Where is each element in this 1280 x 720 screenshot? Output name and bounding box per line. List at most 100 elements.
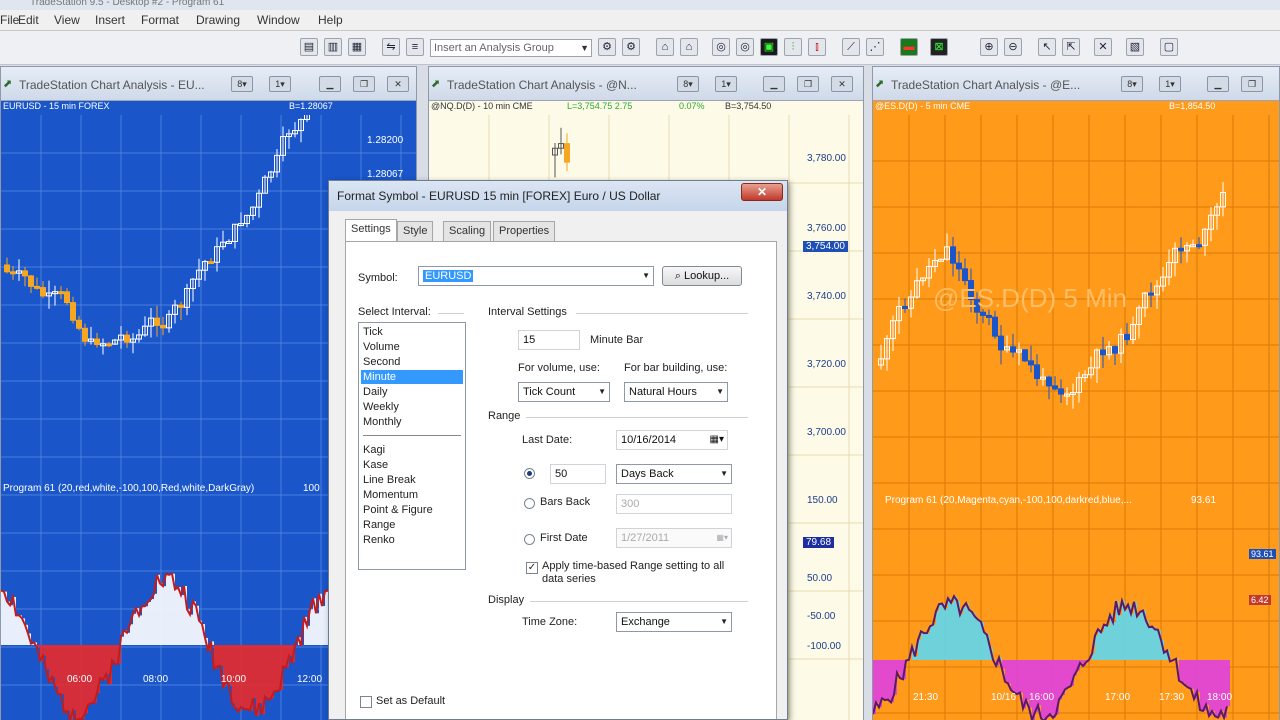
days-back-radio[interactable] bbox=[524, 468, 535, 479]
tab-scaling[interactable]: Scaling bbox=[443, 221, 492, 241]
symbol-link-icon[interactable]: 1▾ bbox=[715, 76, 737, 92]
restore-icon[interactable]: ❐ bbox=[353, 76, 375, 92]
hatch-icon[interactable]: ⊠ bbox=[930, 38, 948, 56]
menu-help[interactable]: Help bbox=[318, 13, 343, 27]
link-icon[interactable]: 8▾ bbox=[677, 76, 699, 92]
cursor-data-icon[interactable]: ⇱ bbox=[1062, 38, 1080, 56]
list-item[interactable]: Renko bbox=[361, 533, 463, 547]
chart-plot-es[interactable] bbox=[873, 115, 1279, 720]
first-date-input[interactable]: 1/27/2011 ▦▾ bbox=[616, 528, 732, 548]
quote-icon[interactable]: ▥ bbox=[324, 38, 342, 56]
lookup-button[interactable]: ⌕ Lookup... bbox=[662, 266, 742, 286]
candlestick-icon[interactable]: ⫾ bbox=[808, 38, 826, 56]
bars-back-radio[interactable] bbox=[524, 498, 535, 509]
last-date-input[interactable]: 10/16/2014 ▦▾ bbox=[616, 430, 728, 450]
radar-icon[interactable]: ⌂ bbox=[680, 38, 698, 56]
time-zone-select[interactable]: Exchange ▼ bbox=[616, 612, 732, 632]
strategy-icon[interactable]: ≡ bbox=[406, 38, 424, 56]
apply-range-checkbox[interactable]: ✓ bbox=[526, 562, 538, 574]
list-item[interactable]: Volume bbox=[361, 340, 463, 354]
zoom-in-icon[interactable]: ⊕ bbox=[980, 38, 998, 56]
list-item[interactable]: Second bbox=[361, 355, 463, 369]
pointer-icon[interactable]: ↖ bbox=[1038, 38, 1056, 56]
list-item-selected[interactable]: Minute bbox=[361, 370, 463, 384]
matrix-icon[interactable]: ▣ bbox=[760, 38, 778, 56]
list-item[interactable]: Line Break bbox=[361, 473, 463, 487]
symbol-link-icon[interactable]: 1▾ bbox=[1159, 76, 1181, 92]
chart-symbol-info: @NQ.D(D) - 10 min CME bbox=[431, 101, 533, 111]
first-date-label: First Date bbox=[540, 532, 588, 544]
list-item[interactable]: Daily bbox=[361, 385, 463, 399]
format-analysis-icon[interactable]: ⚙ bbox=[622, 38, 640, 56]
chart-window-titlebar[interactable]: ⬈ TradeStation Chart Analysis - EU... 8▾… bbox=[1, 67, 416, 101]
candle-body bbox=[82, 327, 88, 342]
chart-window-icon[interactable]: ⌂ bbox=[656, 38, 674, 56]
days-back-unit-select[interactable]: Days Back ▼ bbox=[616, 464, 732, 484]
scanner-icon[interactable]: ◎ bbox=[736, 38, 754, 56]
chart-window-titlebar[interactable]: ⬈ TradeStation Chart Analysis - @E... 8▾… bbox=[873, 67, 1279, 101]
link-icon[interactable]: 8▾ bbox=[231, 76, 253, 92]
analysis-group-select[interactable]: Insert an Analysis Group ▼ bbox=[430, 39, 592, 57]
interval-value-input[interactable]: 15 bbox=[518, 330, 580, 350]
set-as-default-checkbox[interactable] bbox=[360, 696, 372, 708]
line-chart-icon[interactable]: ⟋ bbox=[842, 38, 860, 56]
color-bar-icon[interactable]: ▬ bbox=[900, 38, 918, 56]
menu-window[interactable]: Window bbox=[257, 13, 300, 27]
list-item[interactable]: Tick bbox=[361, 325, 463, 339]
list-item[interactable]: Point & Figure bbox=[361, 503, 463, 517]
clipboard-icon[interactable]: ▧ bbox=[1126, 38, 1144, 56]
chevron-down-icon: ▼ bbox=[598, 387, 606, 396]
menu-view[interactable]: View bbox=[54, 13, 80, 27]
list-item[interactable]: Kase bbox=[361, 458, 463, 472]
restore-icon[interactable]: ❐ bbox=[797, 76, 819, 92]
close-icon[interactable]: ✕ bbox=[831, 76, 853, 92]
workspace-icon[interactable]: ▤ bbox=[300, 38, 318, 56]
first-date-radio[interactable] bbox=[524, 534, 535, 545]
tab-settings[interactable]: Settings bbox=[345, 219, 397, 242]
insert-analysis-icon[interactable]: ⚙ bbox=[598, 38, 616, 56]
minimize-icon[interactable]: ▁ bbox=[319, 76, 341, 92]
symbol-link-icon[interactable]: 1▾ bbox=[269, 76, 291, 92]
minimize-icon[interactable]: ▁ bbox=[1207, 76, 1229, 92]
menu-edit[interactable]: Edit bbox=[18, 13, 39, 27]
list-item[interactable]: Monthly bbox=[361, 415, 463, 429]
restore-icon[interactable]: ❐ bbox=[1241, 76, 1263, 92]
for-volume-select[interactable]: Tick Count ▼ bbox=[518, 382, 610, 402]
candle-body bbox=[1196, 244, 1202, 248]
list-item[interactable]: Weekly bbox=[361, 400, 463, 414]
bars-back-input[interactable]: 300 bbox=[616, 494, 732, 514]
minimize-icon[interactable]: ▁ bbox=[763, 76, 785, 92]
list-item[interactable]: Range bbox=[361, 518, 463, 532]
tab-style[interactable]: Style bbox=[397, 221, 434, 241]
hub-icon[interactable]: ◎ bbox=[712, 38, 730, 56]
tab-properties[interactable]: Properties bbox=[493, 221, 556, 241]
symbol-combo[interactable]: EURUSD ▼ bbox=[418, 266, 654, 286]
zoom-out-icon[interactable]: ⊖ bbox=[1004, 38, 1022, 56]
close-icon[interactable]: ✕ bbox=[387, 76, 409, 92]
chart-window-es[interactable]: ⬈ TradeStation Chart Analysis - @E... 8▾… bbox=[872, 66, 1280, 720]
menu-drawing[interactable]: Drawing bbox=[196, 13, 240, 27]
interval-listbox[interactable]: Tick Volume Second Minute Daily Weekly M… bbox=[358, 322, 466, 570]
for-volume-value: Tick Count bbox=[523, 386, 576, 398]
grid-icon[interactable]: ▦ bbox=[348, 38, 366, 56]
for-bar-building-select[interactable]: Natural Hours ▼ bbox=[624, 382, 728, 402]
menu-format[interactable]: Format bbox=[141, 13, 179, 27]
list-item[interactable]: Kagi bbox=[361, 443, 463, 457]
days-back-input[interactable]: 50 bbox=[550, 464, 606, 484]
dialog-close-button[interactable]: ✕ bbox=[741, 183, 783, 201]
candle-body bbox=[58, 291, 64, 295]
link-icon[interactable]: 8▾ bbox=[1121, 76, 1143, 92]
dot-chart-icon[interactable]: ⋰ bbox=[866, 38, 884, 56]
bar-chart-icon[interactable]: ⫶ bbox=[784, 38, 802, 56]
candle-body bbox=[64, 291, 70, 304]
format-symbol-dialog[interactable]: Format Symbol - EURUSD 15 min [FOREX] Eu… bbox=[328, 180, 788, 720]
menu-insert[interactable]: Insert bbox=[95, 13, 125, 27]
list-item[interactable]: Momentum bbox=[361, 488, 463, 502]
menu-file[interactable]: File bbox=[0, 13, 19, 27]
chart-window-titlebar[interactable]: ⬈ TradeStation Chart Analysis - @N... 8▾… bbox=[429, 67, 863, 101]
tools-icon[interactable]: ✕ bbox=[1094, 38, 1112, 56]
options-icon[interactable]: ▢ bbox=[1160, 38, 1178, 56]
analysis-icon[interactable]: ⇋ bbox=[382, 38, 400, 56]
dialog-titlebar[interactable]: Format Symbol - EURUSD 15 min [FOREX] Eu… bbox=[329, 181, 787, 211]
divider bbox=[526, 417, 748, 418]
